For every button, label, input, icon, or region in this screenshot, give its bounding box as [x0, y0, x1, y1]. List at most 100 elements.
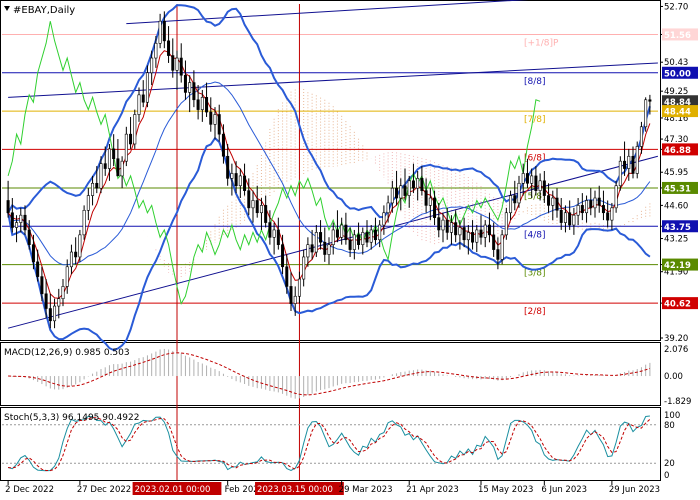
candle-body [542, 180, 546, 196]
stoch-y-label-0: 100 [664, 411, 680, 421]
time-axis: 2 Dec 2022 27 Dec 2022 2023.02.01 00:00 Feb… [5, 481, 660, 495]
candle-body [327, 244, 331, 255]
candle-body [192, 82, 196, 101]
candle-body [221, 133, 225, 157]
stoch-label: Stoch(5,3,3) 96.1495 90.4922 [4, 413, 139, 423]
candle-body [534, 175, 538, 191]
candle-body [196, 99, 200, 110]
y-tick-label-2: 50.43 [664, 58, 688, 68]
candle-body [82, 209, 86, 236]
price-tag-label-3: 48.44 [664, 108, 691, 118]
candle-body [639, 126, 643, 147]
candle-body [6, 200, 10, 214]
candle-body [530, 175, 534, 184]
murrey-label-1: [+1/8]P [524, 38, 559, 48]
murrey-label-8: [2/8] [524, 307, 546, 317]
chart-canvas[interactable]: [+1/8]P[8/8][7/8][6/8][5/8][4/8][3/8][2/… [0, 0, 700, 500]
price-tag-label-4: 46.88 [664, 146, 691, 156]
candle-body [513, 195, 517, 204]
candle-body [86, 195, 90, 211]
candle-body [10, 212, 14, 228]
candle-body [259, 205, 263, 214]
y-tick-label-9: 44.60 [664, 201, 688, 211]
candle-body [65, 266, 69, 287]
candle-body [559, 209, 563, 223]
candle-body [475, 229, 479, 243]
candle-body [48, 308, 52, 322]
macd-y-label-2: -1.829 [664, 397, 691, 407]
candle-body [483, 224, 487, 238]
candle-body [112, 148, 116, 160]
candle-body [302, 256, 306, 280]
candle-body [585, 200, 589, 214]
candle-body [500, 234, 504, 260]
candle-body [179, 57, 183, 76]
candle-body [107, 148, 111, 169]
candle-body [576, 205, 580, 216]
candle-body [462, 227, 466, 241]
candle-body [15, 222, 19, 228]
candle-body [247, 190, 251, 209]
candle-body [31, 244, 35, 263]
candle-body [61, 286, 65, 300]
candle-body [57, 298, 61, 307]
candle-body [183, 74, 187, 93]
candle-body [631, 155, 635, 174]
candle-body [449, 222, 453, 233]
candle-body [129, 133, 133, 145]
candle-body [137, 94, 141, 115]
stoch-y-label-2: 20 [664, 459, 675, 469]
candle-body [572, 214, 576, 226]
candle-body [454, 222, 458, 236]
candle-body [420, 178, 424, 191]
candle-body [580, 205, 584, 214]
candle-body [226, 155, 230, 179]
candle-body [335, 229, 339, 238]
candle-body [589, 200, 593, 209]
y-tick-label-15: 39.20 [664, 334, 688, 344]
candle-body [276, 229, 280, 245]
candle-body [158, 20, 162, 44]
x-label-6: 21 Apr 2023 [406, 485, 459, 495]
x-label-2: 2023.02.01 00:00 [135, 485, 211, 495]
candle-body [403, 185, 407, 196]
x-label-5: 29 Mar 2023 [339, 485, 393, 495]
candle-body [445, 219, 449, 233]
candle-body [487, 224, 491, 236]
murrey-label-5: [5/8] [524, 192, 546, 202]
candle-body [162, 20, 166, 42]
candle-body [78, 234, 82, 258]
candle-body [441, 219, 445, 231]
x-label-7: 15 May 2023 [478, 485, 533, 495]
candle-body [644, 99, 648, 128]
candle-body [205, 97, 209, 113]
candle-body [563, 212, 567, 223]
candle-body [141, 94, 145, 103]
candle-body [466, 232, 470, 241]
candle-body [99, 163, 103, 189]
candle-body [424, 190, 428, 206]
candle-body [428, 197, 432, 206]
candle-body [200, 97, 204, 110]
stoch-y-label-1: 80 [664, 421, 675, 431]
candle-body [365, 232, 369, 243]
candle-body [171, 55, 175, 71]
candle-body [547, 195, 551, 206]
price-tag-label-5: 45.31 [664, 184, 691, 194]
candle-body [95, 182, 99, 189]
candle-body [437, 217, 441, 231]
candle-body [238, 175, 242, 187]
price-tag-label-7: 42.19 [664, 261, 691, 271]
price-tag-label-6: 43.75 [664, 223, 691, 233]
candle-body [69, 251, 73, 268]
candle-body [44, 293, 48, 309]
candle-body [272, 229, 276, 238]
candle-body [373, 229, 377, 241]
candle-body [597, 197, 601, 206]
murrey-label-6: [4/8] [524, 230, 546, 240]
candle-body [251, 200, 255, 209]
candle-body [614, 185, 618, 209]
candle-body [53, 305, 57, 322]
candle-body [525, 173, 529, 184]
y-tick-label-7: 45.95 [664, 168, 688, 178]
